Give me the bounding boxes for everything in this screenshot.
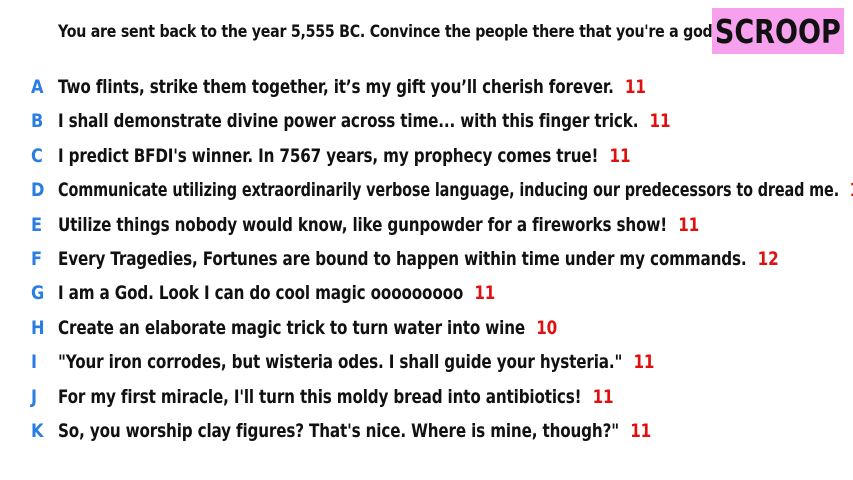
entry-score: 11: [649, 110, 671, 133]
entry-letter: B: [31, 110, 44, 133]
entry-score: 11: [630, 419, 652, 442]
entry-letter: D: [31, 179, 45, 202]
entry-score: 12: [757, 247, 779, 270]
entry-line: I am a God. Look I can do cool magic ooo…: [58, 282, 495, 304]
entry-row: B I shall demonstrate divine power acros…: [0, 108, 853, 142]
entry-score: 10: [536, 316, 558, 339]
entry-row: C I predict BFDI's winner. In 7567 years…: [0, 143, 853, 177]
entry-letter: G: [31, 282, 45, 305]
entry-row: F Every Tragedies, Fortunes are bound to…: [0, 246, 853, 280]
entry-row: H Create an elaborate magic trick to tur…: [0, 315, 853, 349]
entry-row: A Two flints, strike them together, it’s…: [0, 74, 853, 108]
prompt-text: You are sent back to the year 5,555 BC. …: [58, 22, 718, 41]
entry-letter: J: [31, 385, 38, 408]
entry-letter: H: [31, 316, 45, 339]
entry-letter: F: [31, 247, 43, 270]
entry-letter: I: [31, 351, 38, 374]
entry-text: I predict BFDI's winner. In 7567 years, …: [58, 144, 599, 167]
entry-letter: A: [31, 76, 44, 98]
entry-score: 11: [678, 213, 700, 236]
entry-text: For my first miracle, I'll turn this mol…: [58, 385, 582, 408]
entry-score: 11: [474, 282, 496, 305]
entry-row: E Utilize things nobody would know, like…: [0, 212, 853, 246]
entry-text: "Your iron corrodes, but wisteria odes. …: [58, 351, 623, 374]
entry-letter: K: [31, 419, 44, 442]
entry-line: Two flints, strike them together, it’s m…: [58, 76, 646, 98]
entry-line: Create an elaborate magic trick to turn …: [58, 317, 557, 339]
entry-line: For my first miracle, I'll turn this mol…: [58, 385, 614, 408]
entry-letter: E: [31, 213, 43, 236]
entry-line: Communicate utilizing extraordinarily ve…: [58, 179, 853, 201]
entry-line: Every Tragedies, Fortunes are bound to h…: [58, 248, 779, 270]
entry-row: G I am a God. Look I can do cool magic o…: [0, 280, 853, 314]
entry-row: K So, you worship clay figures? That's n…: [0, 418, 853, 452]
entry-line: Utilize things nobody would know, like g…: [58, 214, 699, 236]
entry-list: A Two flints, strike them together, it’s…: [0, 74, 853, 452]
entry-line: So, you worship clay figures? That's nic…: [58, 420, 651, 442]
entry-text: I shall demonstrate divine power across …: [58, 110, 639, 133]
entry-score: 11: [592, 385, 614, 408]
entry-text: Create an elaborate magic trick to turn …: [58, 316, 526, 339]
name-badge-label: SCROOP: [714, 11, 842, 51]
entry-letter: C: [31, 144, 43, 167]
entry-row: D Communicate utilizing extraordinarily …: [0, 177, 853, 211]
entry-text: Utilize things nobody would know, like g…: [58, 213, 668, 236]
entry-text: Two flints, strike them together, it’s m…: [58, 76, 614, 98]
entry-line: "Your iron corrodes, but wisteria odes. …: [58, 351, 654, 373]
entry-score: 11: [609, 144, 631, 167]
entry-row: I "Your iron corrodes, but wisteria odes…: [0, 349, 853, 383]
entry-text: So, you worship clay figures? That's nic…: [58, 419, 619, 442]
entry-line: I predict BFDI's winner. In 7567 years, …: [58, 144, 631, 167]
entry-line: I shall demonstrate divine power across …: [58, 110, 671, 133]
name-badge: SCROOP: [712, 8, 844, 54]
entry-text: I am a God. Look I can do cool magic ooo…: [58, 282, 464, 305]
entry-text: Communicate utilizing extraordinarily ve…: [58, 179, 840, 202]
entry-score: 11: [633, 351, 655, 374]
entry-text: Every Tragedies, Fortunes are bound to h…: [58, 247, 747, 270]
entry-row: J For my first miracle, I'll turn this m…: [0, 384, 853, 418]
entry-score: 11: [624, 76, 646, 98]
